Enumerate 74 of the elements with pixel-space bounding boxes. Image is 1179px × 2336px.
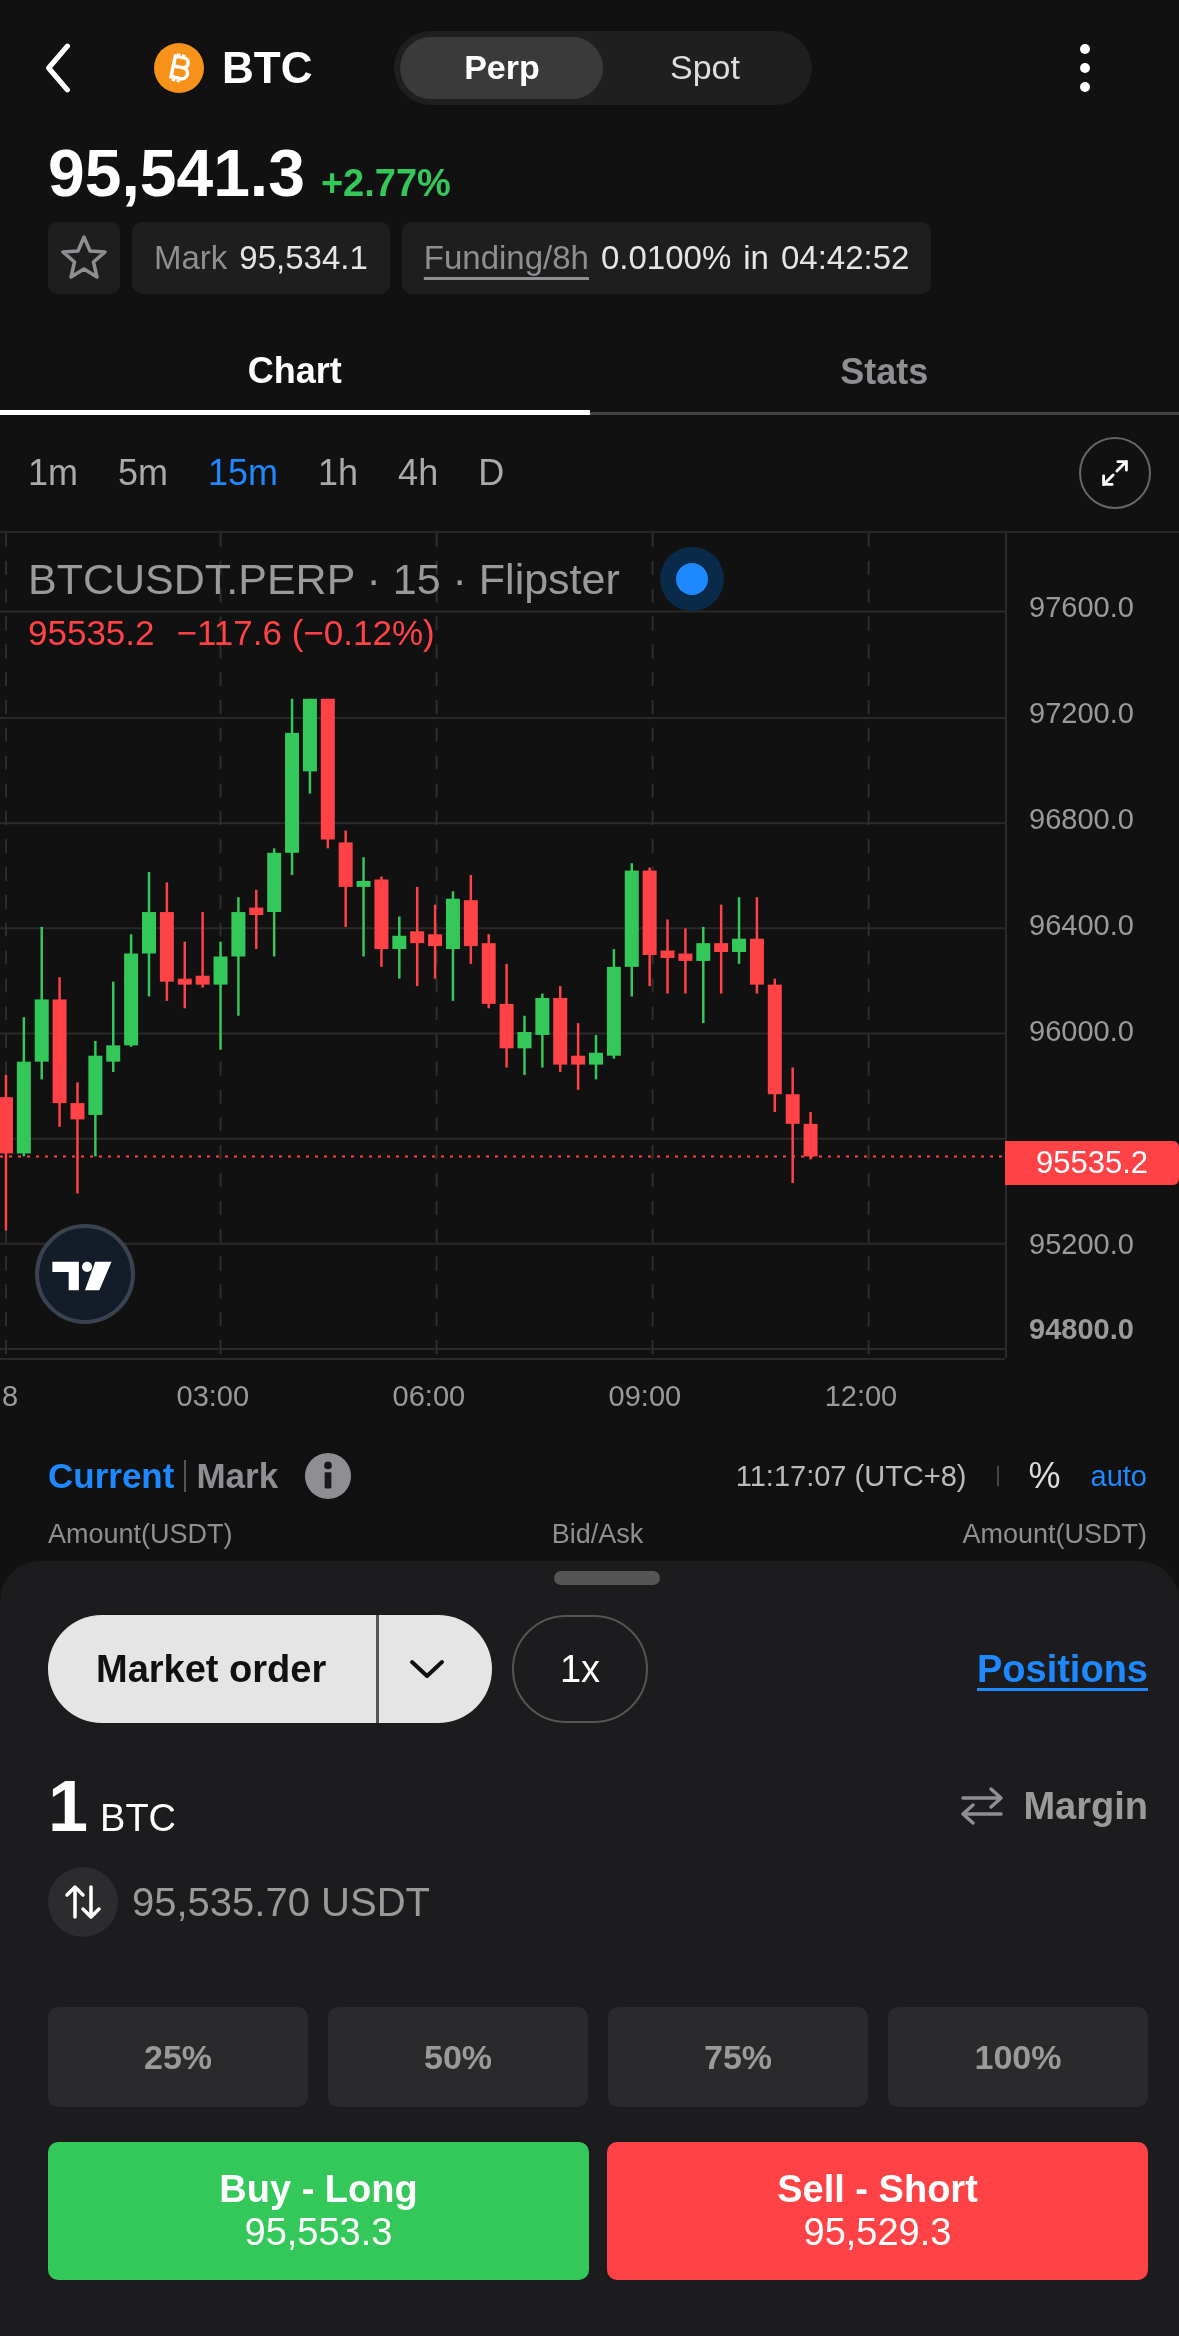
more-icon[interactable]: [1079, 42, 1091, 93]
candle: [589, 1035, 603, 1080]
candle: [517, 1015, 532, 1075]
last-price: 95,541.3: [48, 135, 305, 211]
price-axis-label: 95200.0: [1029, 1228, 1134, 1261]
fraction-button[interactable]: 25%: [48, 2007, 308, 2107]
auto-toggle[interactable]: auto: [1090, 1459, 1147, 1493]
candle: [571, 1023, 586, 1090]
sell-button[interactable]: Sell - Short 95,529.3: [607, 2142, 1148, 2280]
time-axis-label: 8: [2, 1380, 19, 1413]
time-axis-label: 03:00: [176, 1380, 250, 1413]
fraction-button[interactable]: 50%: [328, 2007, 588, 2107]
funding-rate: 0.0100%: [600, 239, 732, 277]
margin-toggle[interactable]: Margin: [957, 1784, 1148, 1828]
interval-tab[interactable]: 5m: [118, 452, 169, 494]
positions-link[interactable]: Positions: [976, 1647, 1148, 1691]
fraction-button[interactable]: 100%: [888, 2007, 1148, 2107]
chevron-down-icon: [407, 1657, 447, 1681]
interval-tab[interactable]: 1m: [28, 452, 78, 494]
candle: [249, 889, 264, 950]
amount-unit: BTC: [100, 1797, 177, 1840]
price-change: +2.77%: [320, 162, 451, 205]
fraction-button[interactable]: 75%: [608, 2007, 868, 2107]
drag-handle[interactable]: [553, 1571, 660, 1585]
view-tab[interactable]: Stats: [589, 331, 1179, 415]
clock-time: 11:17:07 (UTC+8): [735, 1459, 967, 1493]
candle: [732, 897, 747, 964]
column-header: Amount(USDT): [962, 1518, 1147, 1550]
price-axis-label: 97200.0: [1029, 697, 1134, 730]
mark-value: 95,534.1: [239, 239, 368, 277]
info-icon[interactable]: [304, 1452, 353, 1500]
favorite-button[interactable]: [48, 222, 120, 294]
funding-in: in: [743, 239, 769, 277]
interval-tab[interactable]: 15m: [208, 452, 279, 494]
candle: [678, 928, 693, 994]
price-axis-label: 96000.0: [1029, 1015, 1134, 1048]
price-source-tab[interactable]: Mark: [196, 1456, 279, 1496]
funding-countdown: 04:42:52: [780, 239, 910, 277]
candle: [177, 941, 192, 1009]
column-header: Amount(USDT): [48, 1518, 233, 1550]
price-axis-label: 94800.0: [1029, 1313, 1134, 1346]
interval-tab[interactable]: 4h: [398, 452, 439, 494]
order-type-dropdown[interactable]: Market order: [48, 1615, 492, 1723]
view-tab[interactable]: Chart: [0, 331, 590, 415]
close-change: −117.6 (−0.12%): [176, 613, 435, 653]
notional-value: 95,535.70 USDT: [132, 1879, 430, 1925]
last-close: 95535.2: [28, 613, 155, 653]
symbol-title: BTC: [222, 42, 313, 93]
live-dot-icon: [659, 547, 724, 611]
time-axis-label: 12:00: [824, 1380, 898, 1413]
time-axis-label: 06:00: [392, 1380, 466, 1413]
order-amount: 1: [48, 1765, 89, 1847]
interval-tab[interactable]: 1h: [318, 452, 359, 494]
leverage-button[interactable]: 1x: [512, 1615, 648, 1723]
logo-icon[interactable]: [34, 1223, 136, 1325]
time-axis-label: 09:00: [608, 1380, 682, 1413]
interval-tab[interactable]: D: [478, 452, 505, 494]
column-header: Bid/Ask: [551, 1518, 644, 1550]
price-tag: 95535.2: [1005, 1141, 1179, 1185]
mark-label: Mark: [154, 239, 228, 277]
candle: [803, 1112, 818, 1160]
funding-label[interactable]: Funding/8h: [423, 239, 589, 277]
chart-title: BTCUSDT.PERP · 15 · Flipster: [28, 554, 620, 604]
market-type-tab[interactable]: Perp: [400, 36, 604, 99]
price-axis-label: 96400.0: [1029, 909, 1134, 942]
price-source-tab[interactable]: Current: [48, 1456, 175, 1496]
price-axis-label: 96800.0: [1029, 803, 1134, 836]
percent-toggle[interactable]: %: [1028, 1455, 1061, 1497]
market-type-tab[interactable]: Spot: [603, 36, 807, 99]
candle: [392, 916, 407, 979]
convert-icon[interactable]: [48, 1867, 118, 1937]
coin-icon: [154, 42, 204, 93]
fullscreen-button[interactable]: [1079, 437, 1151, 509]
price-axis-label: 97600.0: [1029, 591, 1134, 624]
